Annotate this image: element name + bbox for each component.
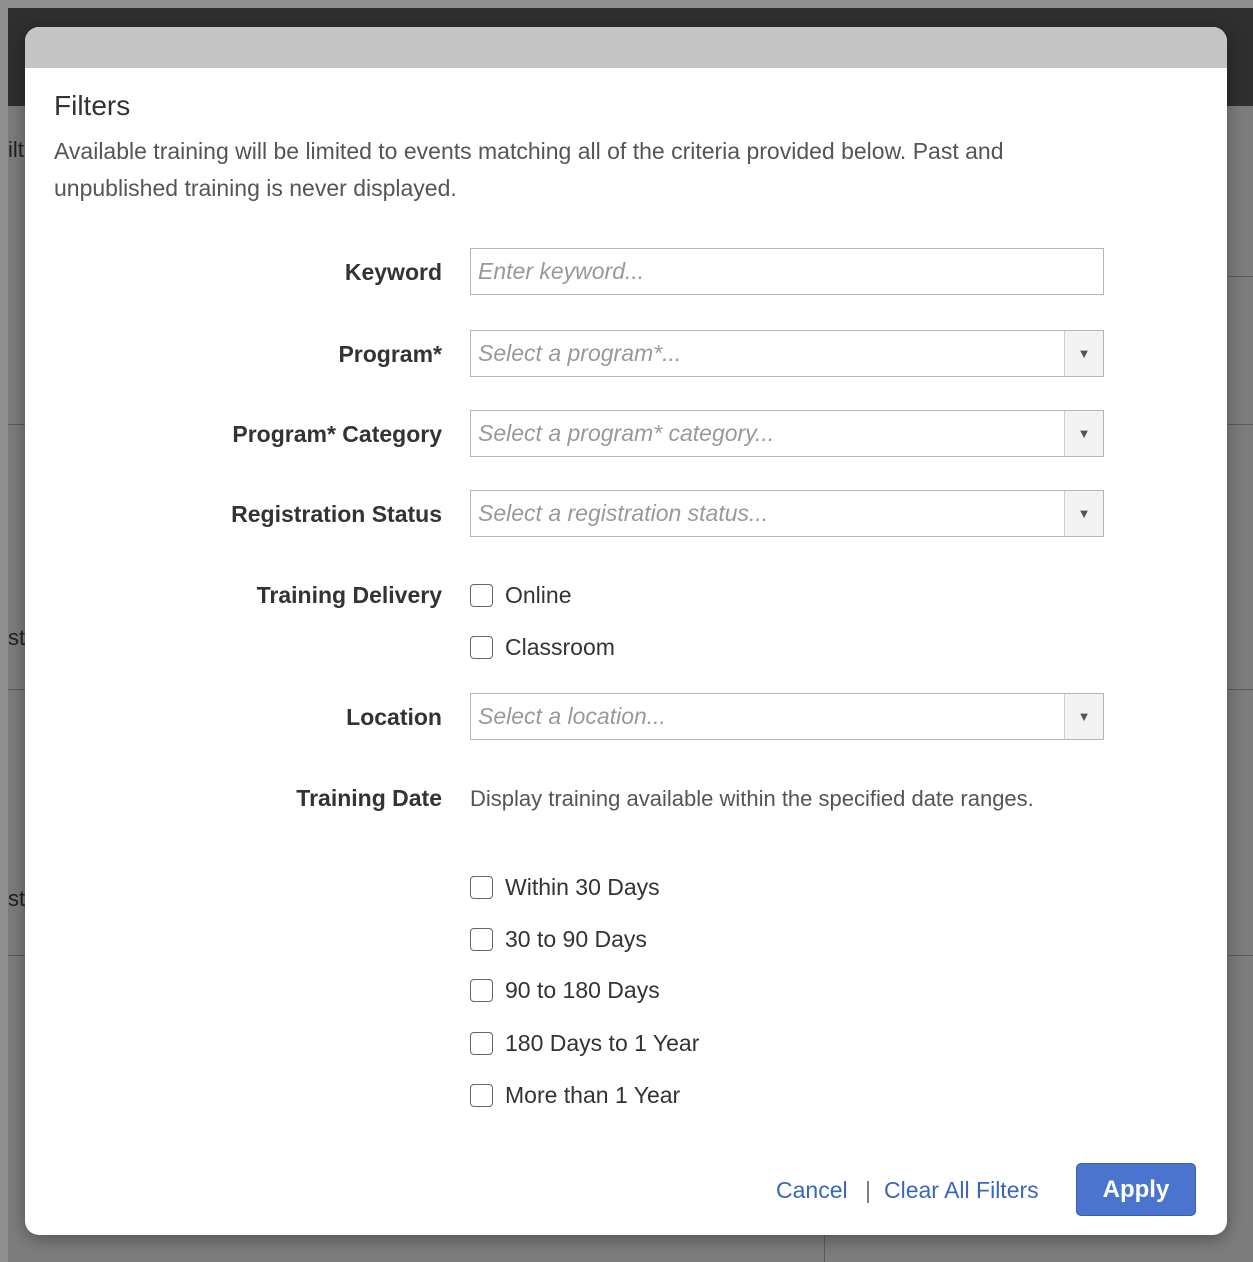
dialog-title: Filters [54, 90, 131, 121]
filters-dialog: Filters Available training will be limit… [25, 27, 1227, 1235]
date-option-more-than-1-year[interactable]: More than 1 Year [470, 1082, 680, 1109]
online-checkbox[interactable] [470, 584, 493, 607]
background-divider [1227, 276, 1253, 277]
chevron-down-icon[interactable]: ▼ [1064, 491, 1103, 536]
30-to-90-days-checkbox[interactable] [470, 928, 493, 951]
program-placeholder: Select a program*... [478, 340, 682, 366]
dialog-description: Available training will be limited to ev… [54, 138, 1004, 201]
location-placeholder: Select a location... [478, 703, 666, 729]
footer-separator: | [865, 1177, 871, 1203]
within-30-days-checkbox[interactable] [470, 876, 493, 899]
90-to-180-days-checkbox[interactable] [470, 979, 493, 1002]
program-category-select[interactable]: Select a program* category... ▼ [470, 410, 1104, 457]
chevron-down-icon[interactable]: ▼ [1064, 411, 1103, 456]
date-option-90-to-180[interactable]: 90 to 180 Days [470, 977, 660, 1004]
training-delivery-label: Training Delivery [256, 582, 442, 608]
dialog-header-bar [25, 27, 1227, 68]
location-label: Location [346, 704, 442, 730]
background-divider [1227, 424, 1253, 425]
background-text-fragment: ilt [8, 137, 24, 162]
background-divider [8, 955, 25, 956]
registration-status-select[interactable]: Select a registration status... ▼ [470, 490, 1104, 537]
program-category-label: Program* Category [232, 421, 442, 447]
keyword-input[interactable] [471, 249, 1103, 294]
within-30-days-label: Within 30 Days [505, 874, 660, 900]
more-than-1-year-checkbox[interactable] [470, 1084, 493, 1107]
program-label: Program* [338, 341, 442, 367]
background-text-fragment: st [8, 625, 26, 650]
90-to-180-days-label: 90 to 180 Days [505, 977, 660, 1003]
clear-all-filters-link[interactable]: Clear All Filters [884, 1177, 1039, 1204]
registration-status-label: Registration Status [231, 501, 442, 527]
cancel-link[interactable]: Cancel [776, 1177, 848, 1204]
keyword-label: Keyword [344, 259, 442, 285]
location-select[interactable]: Select a location... ▼ [470, 693, 1104, 740]
online-label: Online [505, 582, 572, 608]
training-date-help: Display training available within the sp… [470, 786, 1034, 811]
classroom-label: Classroom [505, 634, 615, 660]
background-divider [1227, 955, 1253, 956]
background-divider [8, 689, 25, 690]
date-option-180-to-1-year[interactable]: 180 Days to 1 Year [470, 1030, 699, 1057]
more-than-1-year-label: More than 1 Year [505, 1082, 681, 1108]
date-option-within-30[interactable]: Within 30 Days [470, 874, 660, 901]
30-to-90-days-label: 30 to 90 Days [505, 926, 647, 952]
background-divider [8, 424, 25, 425]
delivery-option-online[interactable]: Online [470, 582, 571, 609]
delivery-option-classroom[interactable]: Classroom [470, 634, 615, 661]
180-days-to-1-year-checkbox[interactable] [470, 1032, 493, 1055]
background-divider [824, 1235, 825, 1262]
classroom-checkbox[interactable] [470, 636, 493, 659]
180-days-to-1-year-label: 180 Days to 1 Year [505, 1030, 700, 1056]
chevron-down-icon[interactable]: ▼ [1064, 331, 1103, 376]
program-category-placeholder: Select a program* category... [478, 420, 775, 446]
background-text-fragment: st [8, 886, 26, 911]
background-divider [1227, 689, 1253, 690]
chevron-down-icon[interactable]: ▼ [1064, 694, 1103, 739]
program-select[interactable]: Select a program*... ▼ [470, 330, 1104, 377]
date-option-30-to-90[interactable]: 30 to 90 Days [470, 926, 647, 953]
keyword-field [470, 248, 1104, 295]
apply-button[interactable]: Apply [1076, 1163, 1196, 1216]
registration-status-placeholder: Select a registration status... [478, 500, 769, 526]
training-date-label: Training Date [296, 785, 442, 811]
